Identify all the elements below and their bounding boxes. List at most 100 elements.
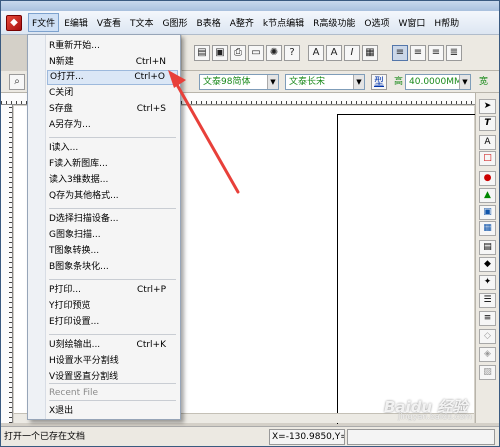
menu-node-edit[interactable]: k节点编辑 [259, 13, 308, 32]
rectangle-icon[interactable]: □ [479, 151, 496, 166]
list-icon[interactable]: ☰ [479, 293, 496, 308]
menu-item-label: F读入新图库... [49, 159, 108, 169]
menu-separator [49, 400, 176, 401]
menu-graphics[interactable]: G图形 [159, 13, 192, 32]
menu-item-label: O打开... [50, 72, 84, 82]
menu-item-plot-output[interactable]: U刻绘输出... Ctrl+K [47, 338, 178, 353]
weld-icon[interactable]: ◇ [479, 329, 496, 344]
shapes-icon[interactable]: ▲ [479, 188, 496, 203]
font-type-button[interactable]: 型 [371, 74, 387, 90]
print-icon[interactable]: ⎙ [230, 45, 246, 61]
screen-icon[interactable]: ▭ [248, 45, 264, 61]
menu-advanced[interactable]: R高级功能 [309, 13, 359, 32]
align-left-icon[interactable]: ≡ [392, 45, 408, 61]
menu-item-open[interactable]: O打开... Ctrl+O [47, 70, 178, 85]
menu-table[interactable]: B表格 [193, 13, 225, 32]
menu-item-import-3d[interactable]: 读入3维数据... [47, 173, 178, 188]
app-logo-icon[interactable]: ◆ [6, 14, 22, 31]
menu-edit[interactable]: E编辑 [60, 13, 92, 32]
color-fill-icon[interactable]: ● [479, 171, 496, 186]
align-center-icon[interactable]: ≡ [410, 45, 426, 61]
status-message: 打开一个已存在文档 [4, 432, 86, 442]
menu-item-print-setup[interactable]: E打印设置... [47, 315, 178, 330]
chevron-down-icon: ▼ [353, 75, 364, 89]
paragraph-icon[interactable]: ▦ [362, 45, 378, 61]
menu-options[interactable]: O选项 [360, 13, 393, 32]
help-question-icon[interactable]: ? [284, 45, 300, 61]
text-frame-icon[interactable]: A [479, 135, 496, 150]
title-bar [1, 1, 499, 11]
menu-window[interactable]: W窗口 [394, 13, 429, 32]
menu-item-label: H设置水平分割线 [49, 356, 119, 366]
main-toolbar: ▤ ▣ ⎙ ▭ ✺ ? A A I ▦ ≡ ≡ ≡ ≣ [182, 35, 499, 71]
menu-item-print-preview[interactable]: Y打印预览 [47, 299, 178, 314]
menu-file[interactable]: F文件 [28, 13, 60, 32]
zoom-icon[interactable]: ⌕ [9, 74, 25, 90]
menu-text[interactable]: T文本 [126, 13, 158, 32]
layer-icon[interactable]: ▤ [479, 240, 496, 255]
menu-bar: ◆ F文件 E编辑 V查看 T文本 G图形 B表格 A整齐 k节点编辑 R高级功… [1, 11, 499, 35]
frame-text-icon[interactable]: A [326, 45, 342, 61]
height-input[interactable]: 40.0000MM ▼ [405, 74, 471, 90]
menu-item-new[interactable]: N新建 Ctrl+N [47, 55, 178, 70]
menu-item-shortcut: Ctrl+K [136, 340, 166, 350]
menu-item-label: S存盘 [49, 104, 73, 114]
watermark-url: jingyan.baidu.com [398, 412, 472, 421]
save-icon[interactable]: ▤ [194, 45, 210, 61]
file-menu-dropdown: R重新开始... N新建 Ctrl+N O打开... Ctrl+O C关闭 S存… [27, 34, 181, 420]
status-bar: 打开一个已存在文档 X=-130.9850,Y=2( [1, 426, 499, 446]
menu-item-shortcut: Ctrl+P [137, 285, 166, 295]
effects-icon[interactable]: ✦ [479, 275, 496, 290]
menu-icon-strip [28, 35, 46, 419]
menu-align[interactable]: A整齐 [226, 13, 258, 32]
pointer-icon[interactable]: ➤ [479, 99, 496, 114]
tool-palette: ➤ T A □ ● ▲ ▣ ▦ ▤ ◆ ✦ ☰ ≡ ◇ ◈ ▨ [475, 93, 499, 423]
node-edit-icon[interactable]: ◆ [479, 257, 496, 272]
chevron-down-icon: ▼ [459, 75, 470, 89]
open-folder-icon[interactable]: ▣ [212, 45, 228, 61]
italic-icon[interactable]: I [344, 45, 360, 61]
menu-item-select-scanner[interactable]: D选择扫描设备... [47, 212, 178, 227]
text-t-icon[interactable]: T [479, 116, 496, 131]
menu-item-import-library[interactable]: F读入新图库... [47, 157, 178, 172]
table-icon[interactable]: ▦ [479, 221, 496, 236]
menu-item-label: I读入... [49, 143, 79, 153]
menu-item-exit[interactable]: X退出 [47, 404, 178, 419]
menu-item-label: R重新开始... [49, 41, 100, 51]
chinese-font-select[interactable]: 文泰98简体 ▼ [199, 74, 279, 90]
menu-item-export[interactable]: Q存为其他格式... [47, 189, 178, 204]
align-icon[interactable]: ≡ [479, 311, 496, 326]
height-value: 40.0000MM [409, 77, 462, 87]
menu-item-save-as[interactable]: A另存为... [47, 118, 178, 133]
menu-item-save[interactable]: S存盘 Ctrl+S [47, 102, 178, 117]
menu-item-import[interactable]: I读入... [47, 141, 178, 156]
menu-view[interactable]: V查看 [93, 13, 125, 32]
menu-item-print[interactable]: P打印... Ctrl+P [47, 283, 178, 298]
menu-item-label: V设置竖直分割线 [49, 372, 119, 382]
menu-help[interactable]: H帮助 [430, 13, 463, 32]
menu-item-close[interactable]: C关闭 [47, 86, 178, 101]
lightbulb-icon[interactable]: ✺ [266, 45, 282, 61]
menu-item-label: X退出 [49, 406, 74, 416]
combine-icon[interactable]: ◈ [479, 347, 496, 362]
menu-item-label: B图象条块化... [49, 262, 109, 272]
menu-item-horizontal-split[interactable]: H设置水平分割线 [47, 354, 178, 369]
align-right-icon[interactable]: ≡ [428, 45, 444, 61]
menu-item-scan-image[interactable]: G图象扫描... [47, 228, 178, 243]
justify-icon[interactable]: ≣ [446, 45, 462, 61]
menu-item-restart[interactable]: R重新开始... [47, 39, 178, 54]
image-icon[interactable]: ▣ [479, 205, 496, 220]
menu-item-image-blocks[interactable]: B图象条块化... [47, 260, 178, 275]
menu-item-label: 读入3维数据... [49, 175, 109, 185]
menu-item-label: C关闭 [49, 88, 74, 98]
chevron-down-icon: ▼ [267, 75, 278, 89]
menu-separator [49, 383, 176, 384]
page-boundary [337, 114, 477, 424]
menu-separator [49, 208, 176, 209]
english-font-select[interactable]: 文泰长宋 ▼ [285, 74, 365, 90]
shadow-icon[interactable]: ▨ [479, 365, 496, 380]
menu-item-label: Recent File [49, 388, 99, 398]
menu-item-label: Q存为其他格式... [49, 191, 119, 201]
menu-item-image-convert[interactable]: T图象转换... [47, 244, 178, 259]
text-tool-icon[interactable]: A [308, 45, 324, 61]
